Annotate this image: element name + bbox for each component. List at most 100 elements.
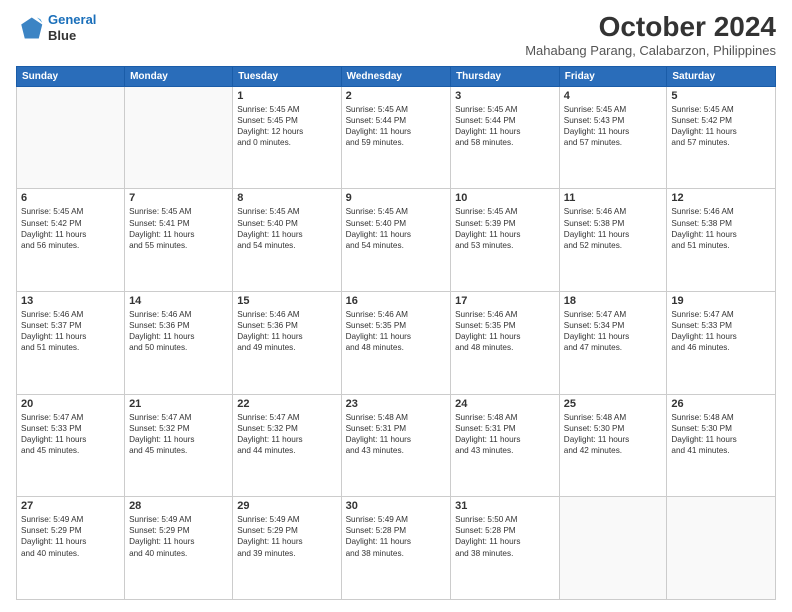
day-number: 30 <box>346 500 447 512</box>
day-number: 31 <box>455 500 555 512</box>
day-info: Sunrise: 5:46 AMSunset: 5:35 PMDaylight:… <box>346 309 447 353</box>
day-info: Sunrise: 5:47 AMSunset: 5:33 PMDaylight:… <box>671 309 771 353</box>
day-number: 14 <box>129 295 228 307</box>
day-number: 19 <box>671 295 771 307</box>
day-info: Sunrise: 5:50 AMSunset: 5:28 PMDaylight:… <box>455 514 555 558</box>
header-cell-saturday: Saturday <box>667 66 776 86</box>
calendar-cell: 16 Sunrise: 5:46 AMSunset: 5:35 PMDayligh… <box>341 292 451 395</box>
day-number: 28 <box>129 500 228 512</box>
day-info: Sunrise: 5:48 AMSunset: 5:30 PMDaylight:… <box>671 412 771 456</box>
logo-icon <box>16 14 44 42</box>
header-cell-sunday: Sunday <box>17 66 125 86</box>
calendar-cell: 23 Sunrise: 5:48 AMSunset: 5:31 PMDayligh… <box>341 394 451 497</box>
calendar-cell: 31 Sunrise: 5:50 AMSunset: 5:28 PMDayligh… <box>451 497 560 600</box>
day-info: Sunrise: 5:46 AMSunset: 5:35 PMDaylight:… <box>455 309 555 353</box>
day-number: 16 <box>346 295 447 307</box>
day-info: Sunrise: 5:47 AMSunset: 5:33 PMDaylight:… <box>21 412 120 456</box>
title-block: October 2024 Mahabang Parang, Calabarzon… <box>525 12 776 58</box>
day-number: 20 <box>21 398 120 410</box>
header-cell-tuesday: Tuesday <box>233 66 341 86</box>
day-info: Sunrise: 5:47 AMSunset: 5:32 PMDaylight:… <box>129 412 228 456</box>
day-info: Sunrise: 5:49 AMSunset: 5:28 PMDaylight:… <box>346 514 447 558</box>
header-cell-monday: Monday <box>125 66 233 86</box>
calendar-cell: 4 Sunrise: 5:45 AMSunset: 5:43 PMDaylight… <box>559 86 667 189</box>
logo-text: General Blue <box>48 12 96 43</box>
day-info: Sunrise: 5:48 AMSunset: 5:30 PMDaylight:… <box>564 412 663 456</box>
day-info: Sunrise: 5:45 AMSunset: 5:42 PMDaylight:… <box>671 104 771 148</box>
calendar-cell <box>17 86 125 189</box>
calendar-week-row: 20 Sunrise: 5:47 AMSunset: 5:33 PMDayligh… <box>17 394 776 497</box>
day-info: Sunrise: 5:45 AMSunset: 5:40 PMDaylight:… <box>237 206 336 250</box>
day-info: Sunrise: 5:47 AMSunset: 5:32 PMDaylight:… <box>237 412 336 456</box>
header-cell-friday: Friday <box>559 66 667 86</box>
header-cell-thursday: Thursday <box>451 66 560 86</box>
day-number: 17 <box>455 295 555 307</box>
calendar-cell: 19 Sunrise: 5:47 AMSunset: 5:33 PMDayligh… <box>667 292 776 395</box>
calendar-cell: 13Sunrise: 5:46 AMSunset: 5:37 PMDayligh… <box>17 292 125 395</box>
calendar-cell: 8 Sunrise: 5:45 AMSunset: 5:40 PMDaylight… <box>233 189 341 292</box>
calendar-week-row: 6 Sunrise: 5:45 AMSunset: 5:42 PMDaylight… <box>17 189 776 292</box>
day-info: Sunrise: 5:45 AMSunset: 5:40 PMDaylight:… <box>346 206 447 250</box>
calendar-cell <box>559 497 667 600</box>
calendar-week-row: 1 Sunrise: 5:45 AMSunset: 5:45 PMDaylight… <box>17 86 776 189</box>
calendar-table: SundayMondayTuesdayWednesdayThursdayFrid… <box>16 66 776 600</box>
day-info: Sunrise: 5:48 AMSunset: 5:31 PMDaylight:… <box>346 412 447 456</box>
calendar-cell: 10Sunrise: 5:45 AMSunset: 5:39 PMDayligh… <box>451 189 560 292</box>
day-number: 9 <box>346 192 447 204</box>
day-info: Sunrise: 5:46 AMSunset: 5:36 PMDaylight:… <box>237 309 336 353</box>
calendar-cell: 22 Sunrise: 5:47 AMSunset: 5:32 PMDayligh… <box>233 394 341 497</box>
calendar-cell: 25 Sunrise: 5:48 AMSunset: 5:30 PMDayligh… <box>559 394 667 497</box>
day-number: 11 <box>564 192 663 204</box>
calendar-cell: 21Sunrise: 5:47 AMSunset: 5:32 PMDayligh… <box>125 394 233 497</box>
day-info: Sunrise: 5:45 AMSunset: 5:44 PMDaylight:… <box>346 104 447 148</box>
calendar-cell <box>125 86 233 189</box>
day-info: Sunrise: 5:46 AMSunset: 5:38 PMDaylight:… <box>564 206 663 250</box>
calendar-cell: 7 Sunrise: 5:45 AMSunset: 5:41 PMDaylight… <box>125 189 233 292</box>
day-info: Sunrise: 5:45 AMSunset: 5:39 PMDaylight:… <box>455 206 555 250</box>
main-title: October 2024 <box>525 12 776 43</box>
calendar-cell: 1 Sunrise: 5:45 AMSunset: 5:45 PMDaylight… <box>233 86 341 189</box>
calendar-cell: 28 Sunrise: 5:49 AMSunset: 5:29 PMDayligh… <box>125 497 233 600</box>
day-number: 7 <box>129 192 228 204</box>
calendar-cell: 6 Sunrise: 5:45 AMSunset: 5:42 PMDaylight… <box>17 189 125 292</box>
day-number: 29 <box>237 500 336 512</box>
day-number: 3 <box>455 90 555 102</box>
day-info: Sunrise: 5:49 AMSunset: 5:29 PMDaylight:… <box>21 514 120 558</box>
calendar-cell: 29 Sunrise: 5:49 AMSunset: 5:29 PMDayligh… <box>233 497 341 600</box>
calendar-cell: 3Sunrise: 5:45 AMSunset: 5:44 PMDaylight… <box>451 86 560 189</box>
day-number: 22 <box>237 398 336 410</box>
day-number: 8 <box>237 192 336 204</box>
calendar-cell: 27Sunrise: 5:49 AMSunset: 5:29 PMDayligh… <box>17 497 125 600</box>
day-info: Sunrise: 5:45 AMSunset: 5:41 PMDaylight:… <box>129 206 228 250</box>
day-number: 2 <box>346 90 447 102</box>
day-number: 23 <box>346 398 447 410</box>
day-info: Sunrise: 5:45 AMSunset: 5:43 PMDaylight:… <box>564 104 663 148</box>
calendar-cell: 15 Sunrise: 5:46 AMSunset: 5:36 PMDayligh… <box>233 292 341 395</box>
day-info: Sunrise: 5:49 AMSunset: 5:29 PMDaylight:… <box>129 514 228 558</box>
day-number: 5 <box>671 90 771 102</box>
calendar-cell: 20 Sunrise: 5:47 AMSunset: 5:33 PMDayligh… <box>17 394 125 497</box>
day-info: Sunrise: 5:46 AMSunset: 5:36 PMDaylight:… <box>129 309 228 353</box>
calendar-cell: 14 Sunrise: 5:46 AMSunset: 5:36 PMDayligh… <box>125 292 233 395</box>
calendar-cell: 11 Sunrise: 5:46 AMSunset: 5:38 PMDayligh… <box>559 189 667 292</box>
day-info: Sunrise: 5:45 AMSunset: 5:45 PMDaylight:… <box>237 104 336 148</box>
header: General Blue October 2024 Mahabang Paran… <box>16 12 776 58</box>
day-number: 15 <box>237 295 336 307</box>
day-number: 12 <box>671 192 771 204</box>
calendar-cell: 5 Sunrise: 5:45 AMSunset: 5:42 PMDaylight… <box>667 86 776 189</box>
calendar-body: 1 Sunrise: 5:45 AMSunset: 5:45 PMDaylight… <box>17 86 776 599</box>
day-number: 25 <box>564 398 663 410</box>
day-number: 13 <box>21 295 120 307</box>
calendar-week-row: 27Sunrise: 5:49 AMSunset: 5:29 PMDayligh… <box>17 497 776 600</box>
day-number: 6 <box>21 192 120 204</box>
day-number: 4 <box>564 90 663 102</box>
day-info: Sunrise: 5:47 AMSunset: 5:34 PMDaylight:… <box>564 309 663 353</box>
day-number: 1 <box>237 90 336 102</box>
day-info: Sunrise: 5:49 AMSunset: 5:29 PMDaylight:… <box>237 514 336 558</box>
calendar-cell: 9 Sunrise: 5:45 AMSunset: 5:40 PMDaylight… <box>341 189 451 292</box>
calendar-cell: 2 Sunrise: 5:45 AMSunset: 5:44 PMDaylight… <box>341 86 451 189</box>
calendar-header-row: SundayMondayTuesdayWednesdayThursdayFrid… <box>17 66 776 86</box>
day-info: Sunrise: 5:45 AMSunset: 5:42 PMDaylight:… <box>21 206 120 250</box>
calendar-cell <box>667 497 776 600</box>
calendar-week-row: 13Sunrise: 5:46 AMSunset: 5:37 PMDayligh… <box>17 292 776 395</box>
